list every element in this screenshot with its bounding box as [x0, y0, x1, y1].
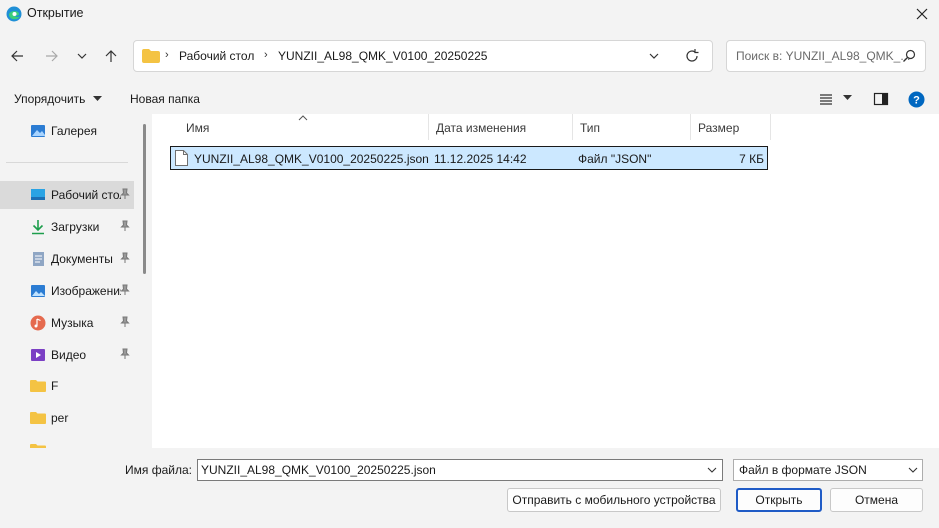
- arrow-up-icon: [105, 50, 117, 62]
- column-header-size[interactable]: Размер: [690, 114, 770, 140]
- sidebar-item-label: Рабочий стол: [51, 188, 121, 202]
- folder-icon: [30, 412, 46, 424]
- sidebar-item-music[interactable]: Музыка: [0, 309, 134, 337]
- pictures-icon: [31, 285, 45, 297]
- cancel-button[interactable]: Отмена: [830, 488, 923, 512]
- sidebar-item-downloads[interactable]: Загрузки: [0, 213, 134, 241]
- sidebar-divider: [6, 162, 128, 163]
- pin-icon: [120, 284, 130, 299]
- search-icon[interactable]: [902, 49, 916, 63]
- sidebar-item-label: Загрузки: [51, 220, 100, 234]
- close-icon: [916, 8, 927, 20]
- file-date: 11.12.2025 14:42: [434, 152, 527, 166]
- command-bar: Упорядочить Новая папка ?: [0, 84, 939, 114]
- sidebar-item-folder-partial[interactable]: [0, 436, 134, 448]
- column-header-name[interactable]: Имя: [178, 114, 428, 140]
- view-list-icon[interactable]: [819, 92, 833, 106]
- caret-down-icon[interactable]: [843, 93, 852, 102]
- filetype-select[interactable]: Файл в формате JSON: [733, 459, 923, 481]
- desktop-icon: [31, 189, 45, 200]
- sidebar-item-pictures[interactable]: Изображения: [0, 277, 134, 305]
- navigation-pane: Галерея Рабочий стол Загрузки Документы …: [0, 114, 152, 448]
- breadcrumb-separator: ›: [165, 49, 169, 61]
- pin-icon: [120, 252, 130, 267]
- arrow-right-icon: [46, 50, 58, 62]
- back-button[interactable]: [3, 42, 31, 70]
- organize-label: Упорядочить: [14, 92, 86, 106]
- sidebar-item-documents[interactable]: Документы: [0, 245, 134, 273]
- pin-icon: [120, 220, 130, 235]
- file-row[interactable]: YUNZII_AL98_QMK_V0100_20250225.json 11.1…: [170, 146, 768, 170]
- window-title: Открытие: [27, 6, 84, 20]
- sidebar-item-label: Изображения: [51, 284, 121, 298]
- file-size: 7 КБ: [739, 152, 764, 166]
- breadcrumb-desktop[interactable]: Рабочий стол: [179, 49, 254, 63]
- filetype-value: Файл в формате JSON: [739, 463, 867, 477]
- sidebar-item-label: Документы: [51, 252, 113, 266]
- file-icon: [175, 150, 188, 166]
- sidebar-item-label: Галерея: [51, 124, 98, 138]
- documents-icon: [33, 252, 44, 266]
- folder-icon: [30, 380, 46, 392]
- column-header-label: Имя: [186, 121, 210, 135]
- address-bar[interactable]: › Рабочий стол › YUNZII_AL98_QMK_V0100_2…: [133, 40, 713, 72]
- filename-label: Имя файла:: [125, 463, 192, 477]
- sidebar-item-label: Музыка: [51, 316, 94, 330]
- chevron-down-icon[interactable]: [707, 465, 717, 475]
- file-list: Имя Дата изменения Тип Размер YUNZII_AL9…: [152, 114, 939, 448]
- refresh-icon[interactable]: [684, 48, 700, 64]
- column-header-label: Размер: [698, 121, 740, 135]
- chevron-down-icon: [77, 53, 87, 59]
- column-header-date[interactable]: Дата изменения: [428, 114, 572, 140]
- gallery-icon: [31, 125, 45, 137]
- file-name: YUNZII_AL98_QMK_V0100_20250225.json: [194, 152, 429, 166]
- search-box[interactable]: Поиск в: YUNZII_AL98_QMK_...: [726, 40, 926, 72]
- send-from-mobile-button[interactable]: Отправить с мобильного устройства: [507, 488, 721, 512]
- column-header-type[interactable]: Тип: [572, 114, 690, 140]
- organize-button[interactable]: Упорядочить: [14, 92, 102, 106]
- column-divider[interactable]: [770, 114, 771, 140]
- pin-icon: [120, 348, 130, 363]
- breadcrumb-separator: ›: [264, 49, 268, 61]
- music-icon: [30, 315, 46, 331]
- up-button[interactable]: [97, 42, 125, 70]
- sidebar-item-desktop[interactable]: Рабочий стол: [0, 181, 134, 209]
- open-button[interactable]: Открыть: [736, 488, 822, 512]
- sidebar-item-gallery[interactable]: Галерея: [0, 117, 134, 145]
- sidebar-item-label: per: [51, 411, 69, 425]
- edge-icon: [6, 6, 22, 22]
- filename-input[interactable]: YUNZII_AL98_QMK_V0100_20250225.json: [197, 459, 723, 481]
- file-type: Файл "JSON": [578, 152, 652, 166]
- sidebar-item-label: F: [51, 379, 59, 393]
- pin-icon: [120, 316, 130, 331]
- preview-pane-icon[interactable]: [873, 91, 889, 107]
- search-placeholder: Поиск в: YUNZII_AL98_QMK_...: [736, 49, 911, 63]
- chevron-down-icon[interactable]: [648, 49, 660, 63]
- column-header-label: Тип: [580, 121, 601, 135]
- title-bar: Открытие: [0, 0, 939, 28]
- forward-button[interactable]: [38, 42, 66, 70]
- download-icon: [32, 220, 44, 235]
- column-header-label: Дата изменения: [436, 121, 527, 135]
- close-button[interactable]: [904, 0, 939, 28]
- arrow-left-icon: [11, 50, 23, 62]
- sidebar-item-folder-f[interactable]: F: [0, 372, 134, 400]
- help-icon[interactable]: ?: [908, 91, 925, 108]
- sidebar-scrollbar[interactable]: [143, 124, 146, 274]
- video-icon: [31, 349, 45, 361]
- folder-icon: [142, 49, 160, 63]
- sidebar-item-video[interactable]: Видео: [0, 341, 134, 369]
- caret-down-icon: [92, 96, 102, 101]
- breadcrumb-current-folder[interactable]: YUNZII_AL98_QMK_V0100_20250225: [278, 49, 487, 63]
- sidebar-item-folder-per[interactable]: per: [0, 404, 134, 432]
- pin-icon: [120, 188, 130, 203]
- folder-icon: [30, 444, 46, 448]
- chevron-down-icon: [908, 467, 918, 473]
- recent-locations-button[interactable]: [68, 42, 96, 70]
- new-folder-button[interactable]: Новая папка: [130, 92, 200, 106]
- filename-value: YUNZII_AL98_QMK_V0100_20250225.json: [201, 463, 436, 477]
- sidebar-item-label: Видео: [51, 348, 87, 362]
- svg-text:?: ?: [913, 95, 920, 107]
